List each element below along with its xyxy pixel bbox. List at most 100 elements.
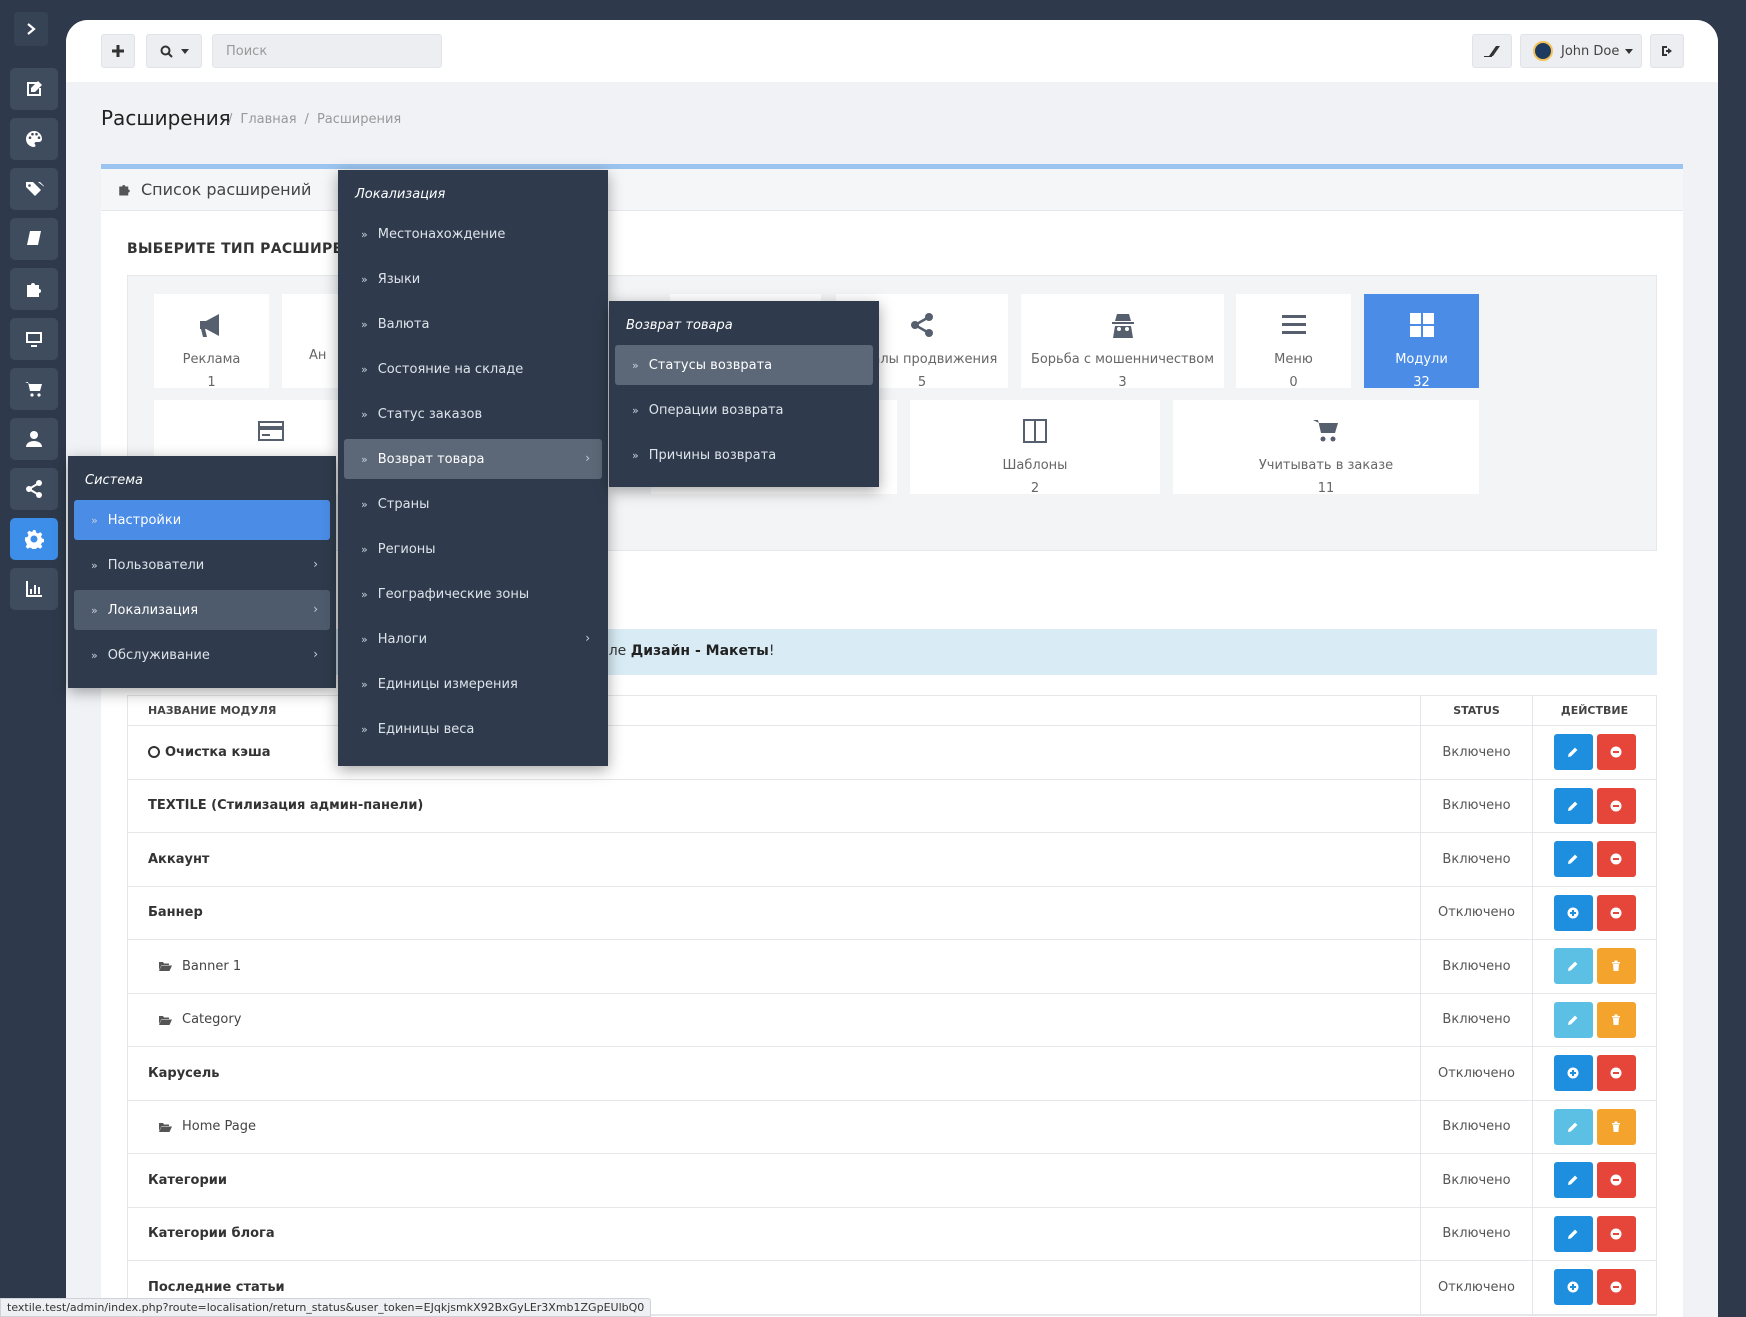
double-chevron-icon: » — [361, 317, 368, 331]
breadcrumb-home[interactable]: Главная — [240, 112, 296, 127]
plus-icon — [112, 45, 124, 57]
returns-menu: Возврат товара » Статусы возврата » Операц… — [609, 301, 879, 487]
edit-button[interactable] — [1553, 734, 1593, 771]
breadcrumb-extensions[interactable]: Расширения — [317, 112, 401, 127]
menu-item-maintenance[interactable]: » Обслуживание › — [74, 635, 330, 675]
delete-button[interactable] — [1596, 1108, 1636, 1145]
add-button[interactable] — [101, 34, 135, 68]
double-chevron-icon: » — [361, 227, 368, 241]
page-title: Расширения — [101, 106, 231, 130]
sidebar-item-design[interactable] — [10, 318, 58, 360]
menu-item-localisation-4[interactable]: » Статус заказов — [344, 394, 602, 434]
uninstall-button[interactable] — [1596, 734, 1636, 771]
double-chevron-icon: » — [632, 403, 639, 417]
action-cell — [1532, 1261, 1656, 1314]
menu-item-localisation-6[interactable]: » Страны — [344, 484, 602, 524]
search-type-button[interactable] — [146, 34, 202, 68]
install-button[interactable] — [1553, 894, 1593, 931]
menu-item-localisation-5[interactable]: » Возврат товара › — [344, 439, 602, 479]
menu-item-users[interactable]: » Пользователи › — [74, 545, 330, 585]
menu-item-return-actions[interactable]: » Операции возврата — [615, 390, 873, 430]
edit-button[interactable] — [1553, 948, 1593, 985]
uninstall-button[interactable] — [1596, 841, 1636, 878]
tile-themes[interactable]: Шаблоны 2 — [910, 400, 1160, 496]
bars-icon — [1281, 315, 1306, 334]
sidebar-toggle-button[interactable] — [14, 12, 48, 46]
tile-analytics[interactable]: Ан — [282, 294, 342, 388]
chevron-right-icon — [27, 23, 36, 35]
menu-item-localisation-8[interactable]: » Географические зоны — [344, 574, 602, 614]
tile-fraud[interactable]: Борьба с мошенничеством 3 — [1021, 294, 1224, 390]
returns-menu-title: Возврат товара — [626, 318, 733, 333]
modules-table: НАЗВАНИЕ МОДУЛЯ STATUS ДЕЙСТВИЕ Очистка … — [127, 695, 1657, 1316]
tile-menu[interactable]: Меню 0 — [1236, 294, 1351, 390]
uninstall-button[interactable] — [1596, 894, 1636, 931]
status-cell: Включено — [1420, 726, 1532, 779]
sidebar-item-customers[interactable] — [10, 418, 58, 460]
grid-icon — [1409, 313, 1434, 337]
install-button[interactable] — [1553, 1269, 1593, 1306]
action-cell — [1532, 1154, 1656, 1207]
menu-item-settings[interactable]: » Настройки — [74, 500, 330, 540]
sidebar-item-system[interactable] — [10, 518, 58, 560]
share-icon — [26, 480, 42, 498]
menu-item-localisation-9[interactable]: » Налоги › — [344, 619, 602, 659]
sidebar-item-tags[interactable] — [10, 168, 58, 210]
uninstall-button[interactable] — [1596, 1269, 1636, 1306]
sidebar-item-marketing[interactable] — [10, 468, 58, 510]
book-icon — [27, 231, 41, 245]
minus-circle-icon — [1610, 907, 1622, 919]
module-name-cell: Category — [128, 994, 1420, 1047]
delete-button[interactable] — [1596, 948, 1636, 985]
uninstall-button[interactable] — [1596, 1215, 1636, 1252]
uninstall-button[interactable] — [1596, 1162, 1636, 1199]
double-chevron-icon: » — [91, 513, 98, 527]
action-cell — [1532, 940, 1656, 993]
menu-item-return-statuses[interactable]: » Статусы возврата — [615, 345, 873, 385]
clear-cache-button[interactable] — [1472, 34, 1512, 68]
menu-item-localisation-11[interactable]: » Единицы веса — [344, 709, 602, 749]
alert-link[interactable]: Дизайн - Макеты — [631, 643, 769, 659]
menu-item-localisation-2[interactable]: » Валюта — [344, 304, 602, 344]
edit-button[interactable] — [1553, 1108, 1593, 1145]
uninstall-button[interactable] — [1596, 1055, 1636, 1092]
menu-item-localisation-1[interactable]: » Языки — [344, 259, 602, 299]
sidebar-item-reports[interactable] — [10, 568, 58, 610]
delete-button[interactable] — [1596, 1001, 1636, 1038]
edit-button[interactable] — [1553, 1162, 1593, 1199]
install-button[interactable] — [1553, 1055, 1593, 1092]
col-name-header[interactable]: НАЗВАНИЕ МОДУЛЯ — [128, 696, 1420, 725]
edit-button[interactable] — [1553, 841, 1593, 878]
menu-item-localisation-3[interactable]: » Состояние на складе — [344, 349, 602, 389]
columns-icon — [1023, 419, 1047, 443]
sidebar-item-catalog-edit[interactable] — [10, 68, 58, 110]
double-chevron-icon: » — [632, 358, 639, 372]
trash-icon — [1612, 960, 1620, 972]
user-menu-button[interactable]: John Doe — [1520, 34, 1642, 68]
uninstall-button[interactable] — [1596, 787, 1636, 824]
tile-advertising[interactable]: Реклама 1 — [154, 294, 269, 390]
tile-order-totals[interactable]: Учитывать в заказе 11 — [1173, 400, 1479, 496]
search-input[interactable]: Поиск — [212, 34, 442, 68]
sidebar-item-extensions[interactable] — [10, 268, 58, 310]
menu-item-localisation[interactable]: » Локализация › — [74, 590, 330, 630]
double-chevron-icon: » — [361, 272, 368, 286]
sidebar-item-dashboard[interactable] — [10, 118, 58, 160]
tile-modules[interactable]: Модули 32 — [1364, 294, 1479, 390]
sidebar-item-book[interactable] — [10, 218, 58, 260]
action-cell — [1532, 1100, 1656, 1153]
edit-button[interactable] — [1553, 1215, 1593, 1252]
menu-item-localisation-0[interactable]: » Местонахождение — [344, 214, 602, 254]
menu-item-return-reasons[interactable]: » Причины возврата — [615, 435, 873, 475]
logout-button[interactable] — [1650, 34, 1684, 68]
folder-open-icon — [159, 1015, 172, 1025]
status-cell: Отключено — [1420, 1261, 1532, 1314]
status-cell: Включено — [1420, 993, 1532, 1046]
edit-button[interactable] — [1553, 787, 1593, 824]
edit-button[interactable] — [1553, 1001, 1593, 1038]
menu-item-localisation-7[interactable]: » Регионы — [344, 529, 602, 569]
minus-circle-icon — [1610, 853, 1622, 865]
menu-item-localisation-10[interactable]: » Единицы измерения — [344, 664, 602, 704]
sidebar-item-sales[interactable] — [10, 368, 58, 410]
share-icon — [911, 313, 933, 337]
